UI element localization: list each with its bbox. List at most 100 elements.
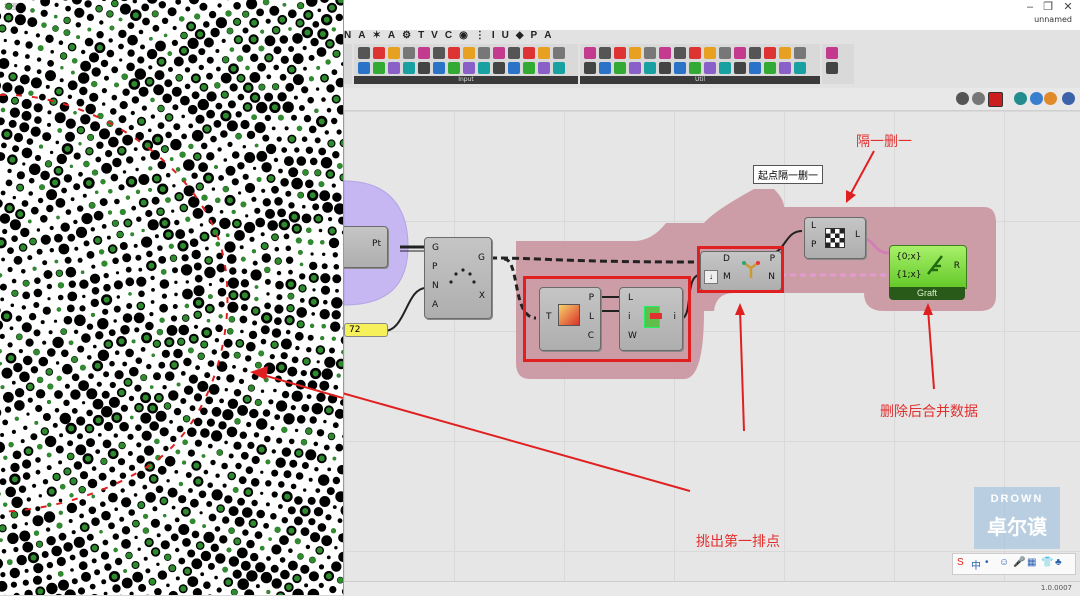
toolbar-component-icon[interactable]: [779, 62, 791, 74]
preview-icon[interactable]: [956, 92, 969, 105]
wire-icon[interactable]: [1014, 92, 1027, 105]
shaded-icon[interactable]: [972, 92, 985, 105]
toolbar-component-icon[interactable]: [704, 62, 716, 74]
palette-icon[interactable]: [1044, 92, 1057, 105]
component-tabs[interactable]: NA✶A⚙TVC◉⋮IU◆PA: [344, 30, 558, 44]
toolbar-component-icon[interactable]: [734, 47, 746, 59]
tab-2[interactable]: ✶: [372, 30, 380, 41]
toolbar-component-icon[interactable]: [734, 62, 746, 74]
tab-7[interactable]: C: [445, 30, 452, 41]
toolbar-component-icon[interactable]: [358, 62, 370, 74]
toolbar-component-icon[interactable]: [463, 62, 475, 74]
restore-icon[interactable]: ❐: [1040, 1, 1056, 13]
divide-component[interactable]: G P N A G X: [424, 237, 492, 319]
toolbar-component-icon[interactable]: [373, 47, 385, 59]
toolbar-component-icon[interactable]: [674, 62, 686, 74]
selected-preview-icon[interactable]: [988, 92, 1003, 107]
toolbar-component-icon[interactable]: [493, 47, 505, 59]
toolbar-component-icon[interactable]: [719, 47, 731, 59]
toolbar-component-icon[interactable]: [749, 62, 761, 74]
ime-item[interactable]: •: [985, 557, 989, 568]
toolbar-component-icon[interactable]: [584, 47, 596, 59]
toolbar-component-icon[interactable]: [403, 62, 415, 74]
toolbar-component-icon[interactable]: [418, 47, 430, 59]
tab-12[interactable]: ◆: [516, 30, 524, 41]
tab-11[interactable]: U: [502, 30, 509, 41]
tab-5[interactable]: T: [418, 30, 424, 41]
ime-item[interactable]: S: [957, 557, 964, 568]
toolbar-component-icon[interactable]: [433, 47, 445, 59]
toolbar-component-icon[interactable]: [358, 47, 370, 59]
toolbar-component-icon[interactable]: [538, 47, 550, 59]
graft-component[interactable]: {0;x} {1;x} R Graft: [889, 245, 967, 301]
toolbar-component-icon[interactable]: [644, 62, 656, 74]
toolbar-component-icon[interactable]: [418, 62, 430, 74]
toolbar-component-icon[interactable]: [659, 47, 671, 59]
tab-4[interactable]: ⚙: [402, 30, 411, 41]
minimize-icon[interactable]: –: [1022, 1, 1038, 13]
toolbar-component-icon[interactable]: [493, 62, 505, 74]
toolbar-component-icon[interactable]: [433, 62, 445, 74]
ime-item[interactable]: 👕: [1041, 557, 1053, 568]
toolbar-component-icon[interactable]: [478, 62, 490, 74]
toolbar-component-icon[interactable]: [553, 47, 565, 59]
rhino-viewport[interactable]: 视图: [0, 0, 344, 595]
toolbar-component-icon[interactable]: [794, 47, 806, 59]
toolbar-component-icon[interactable]: [644, 47, 656, 59]
tab-6[interactable]: V: [431, 30, 438, 41]
tab-9[interactable]: ⋮: [475, 30, 485, 41]
toolbar-component-icon[interactable]: [523, 47, 535, 59]
tab-10[interactable]: I: [492, 30, 495, 41]
toolbar-component-icon[interactable]: [448, 62, 460, 74]
ime-item[interactable]: ♣: [1055, 557, 1062, 568]
toolbar-component-icon[interactable]: [538, 62, 550, 74]
toolbar-component-icon[interactable]: [749, 47, 761, 59]
tab-3[interactable]: A: [388, 30, 395, 41]
number-slider[interactable]: 72: [344, 323, 388, 337]
toolbar-component-icon[interactable]: [764, 47, 776, 59]
ime-toolbar[interactable]: S中 • ☺ 🎤▦ 👕♣: [952, 553, 1076, 575]
toolbar-component-icon[interactable]: [689, 47, 701, 59]
tab-14[interactable]: A: [544, 30, 551, 41]
zoom-icon[interactable]: [1062, 92, 1075, 105]
tab-1[interactable]: A: [358, 30, 365, 41]
close-icon[interactable]: ✕: [1060, 1, 1076, 13]
toolbar-component-icon[interactable]: [523, 62, 535, 74]
toolbar-component-icon[interactable]: [826, 62, 838, 74]
toolbar-component-icon[interactable]: [373, 62, 385, 74]
tab-0[interactable]: N: [344, 30, 351, 41]
toolbar-component-icon[interactable]: [463, 47, 475, 59]
toolbar-component-icon[interactable]: [779, 47, 791, 59]
toolbar-component-icon[interactable]: [764, 62, 776, 74]
ime-item[interactable]: ☺: [999, 557, 1009, 568]
toolbar-component-icon[interactable]: [614, 62, 626, 74]
toolbar-component-icon[interactable]: [719, 62, 731, 74]
cull-pattern-component[interactable]: L P L: [804, 217, 866, 259]
toolbar-component-icon[interactable]: [584, 62, 596, 74]
toolbar-component-icon[interactable]: [508, 47, 520, 59]
ime-item[interactable]: 中: [971, 557, 981, 572]
toolbar-component-icon[interactable]: [659, 62, 671, 74]
ime-item[interactable]: 🎤: [1013, 557, 1025, 568]
toolbar-component-icon[interactable]: [704, 47, 716, 59]
toolbar-component-icon[interactable]: [826, 47, 838, 59]
ime-item[interactable]: ▦: [1027, 557, 1036, 568]
toolbar-component-icon[interactable]: [599, 47, 611, 59]
toolbar-component-icon[interactable]: [403, 47, 415, 59]
tab-13[interactable]: P: [531, 30, 538, 41]
toolbar-component-icon[interactable]: [794, 62, 806, 74]
toolbar-component-icon[interactable]: [689, 62, 701, 74]
toolbar-component-icon[interactable]: [599, 62, 611, 74]
toolbar-component-icon[interactable]: [629, 62, 641, 74]
toolbar-component-icon[interactable]: [388, 62, 400, 74]
toolbar-component-icon[interactable]: [508, 62, 520, 74]
toolbar-component-icon[interactable]: [629, 47, 641, 59]
sketch-icon[interactable]: [1030, 92, 1043, 105]
toolbar-component-icon[interactable]: [674, 47, 686, 59]
tab-8[interactable]: ◉: [459, 30, 468, 41]
toolbar-component-icon[interactable]: [388, 47, 400, 59]
toolbar-component-icon[interactable]: [614, 47, 626, 59]
toolbar-component-icon[interactable]: [553, 62, 565, 74]
toolbar-component-icon[interactable]: [448, 47, 460, 59]
scribble-note[interactable]: 起点隔一删一: [753, 165, 823, 184]
